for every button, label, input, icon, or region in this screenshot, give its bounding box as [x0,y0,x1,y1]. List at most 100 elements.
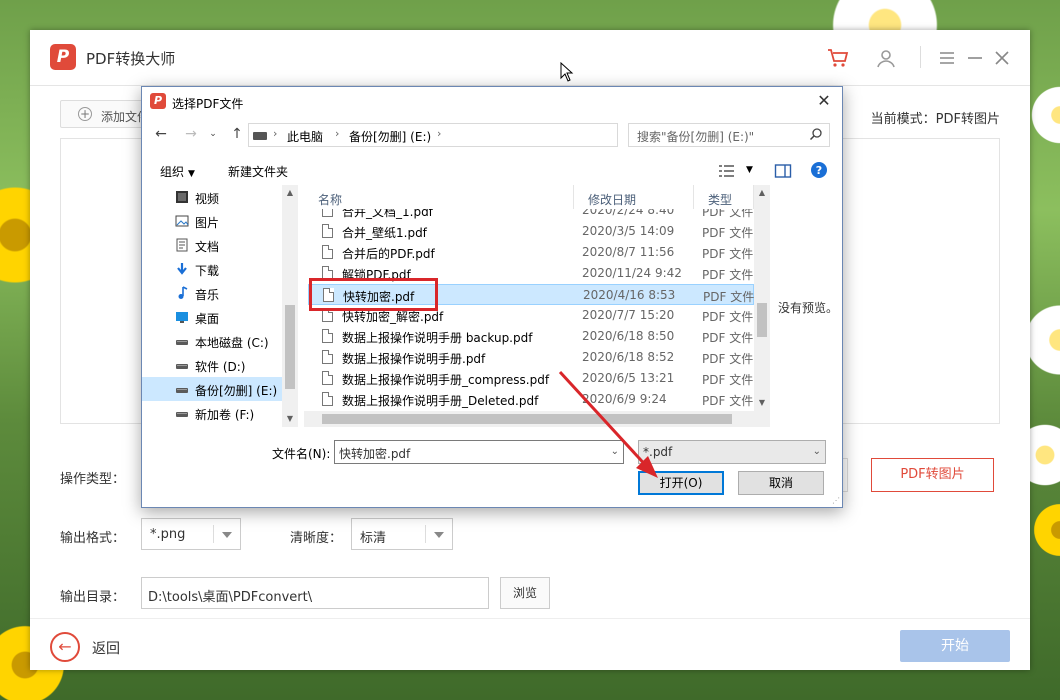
back-label[interactable]: 返回 [92,638,120,658]
file-date: 2020/7/7 15:20 [582,308,675,322]
app-logo-icon: P [150,93,166,109]
scrollbar-thumb[interactable] [757,303,767,337]
browse-button[interactable]: 浏览 [500,577,550,609]
dialog-close-icon[interactable]: ✕ [814,91,834,111]
file-type: PDF 文件 [702,226,754,240]
view-dropdown-icon[interactable]: ▼ [746,165,753,175]
column-name-label: 名称 [318,193,343,207]
scroll-up-icon[interactable]: ▲ [754,185,770,201]
pdf-to-image-button[interactable]: PDF转图片 [871,458,994,492]
search-icon [809,128,822,141]
select-divider [213,525,214,543]
file-name: 数据上报操作说明手册 backup.pdf [342,331,533,345]
file-name: 合并_壁纸1.pdf [342,226,427,240]
nav-item[interactable]: 新加卷 (F:) [142,401,282,425]
open-button[interactable]: 打开(O) [638,471,724,495]
column-header-name[interactable]: 名称 [304,185,574,209]
scrollbar-thumb[interactable] [285,305,295,389]
nav-item[interactable]: 桌面 [142,305,282,329]
chevron-down-icon[interactable]: ⌄ [611,446,619,457]
cancel-button[interactable]: 取消 [738,471,824,495]
back-icon[interactable]: ← [152,125,170,143]
nav-item-label: 文档 [195,240,220,254]
user-icon[interactable] [874,46,898,70]
menu-icon[interactable] [935,46,959,70]
file-list-horizontal-scrollbar[interactable] [304,411,770,427]
column-header-date[interactable]: 修改日期 [574,185,694,209]
chevron-down-icon: ⌄ [812,446,821,457]
cart-icon[interactable] [826,46,850,70]
filetype-select[interactable]: *.pdf ⌄ [638,440,826,464]
filename-value: 快转加密.pdf [339,447,411,461]
preview-pane-icon[interactable] [774,163,792,179]
nav-item-label: 图片 [195,216,220,230]
address-bar[interactable]: › 此电脑 › 备份[勿删] (E:) › ⌄ ↻ [248,123,719,147]
output-format-select[interactable]: *.png [141,518,241,550]
scrollbar-thumb[interactable] [322,414,732,424]
file-row[interactable]: 数据上报操作说明手册_Deleted.pdf 2020/6/9 9:24 PDF 文… [308,389,754,410]
nav-item-label: 备份[勿删] (E:) [195,384,278,398]
file-type: PDF 文件 [702,352,754,366]
nav-item[interactable]: 图片 [142,209,282,233]
output-dir-input[interactable]: D:\tools\桌面\PDFconvert\ [141,577,489,609]
filename-input[interactable]: 快转加密.pdf ⌄ [334,440,624,464]
navigation-row: ← → ⌄ ↑ › 此电脑 › 备份[勿删] (E:) › ⌄ ↻ 搜索"备份[… [142,121,842,149]
column-type-label: 类型 [708,193,733,207]
pdf-file-icon [322,329,333,343]
nav-pane-scrollbar[interactable]: ▲ ▼ [282,185,298,427]
clarity-select[interactable]: 标清 [351,518,453,550]
forward-icon[interactable]: → [182,125,200,143]
dialog-title-bar[interactable]: P 选择PDF文件 ✕ [142,87,842,117]
nav-item[interactable]: 备份[勿删] (E:) [142,377,282,401]
file-list-scrollbar[interactable]: ▲ ▼ [754,185,770,411]
nav-item[interactable]: 视频 [142,185,282,209]
view-options-icon[interactable] [718,163,736,179]
help-icon[interactable]: ? [810,161,828,179]
file-row[interactable]: 数据上报操作说明手册.pdf 2020/6/18 8:52 PDF 文件 [308,347,754,368]
breadcrumb-this-pc[interactable]: 此电脑 [287,128,323,145]
nav-item[interactable]: 文档 [142,233,282,257]
selected-file-highlight [309,278,438,311]
file-row[interactable]: 合并_壁纸1.pdf 2020/3/5 14:09 PDF 文件 [308,221,754,242]
breadcrumb-drive-e[interactable]: 备份[勿删] (E:) [349,128,431,145]
nav-item-label: 下载 [195,264,220,278]
nav-item[interactable]: 本地磁盘 (C:) [142,329,282,353]
app-logo: P [50,44,76,70]
pdf-file-icon [322,350,333,364]
filetype-value: *.pdf [643,445,673,459]
mouse-cursor-icon [560,62,574,82]
drive-icon [175,406,189,420]
file-name: 数据上报操作说明手册_Deleted.pdf [342,394,539,408]
organize-menu[interactable]: 组织 ▼ [160,163,195,180]
new-folder-button[interactable]: 新建文件夹 [228,163,288,180]
nav-item[interactable]: 下载 [142,257,282,281]
file-row[interactable]: 数据上报操作说明手册 backup.pdf 2020/6/18 8:50 PDF 文… [308,326,754,347]
nav-item-label: 新加卷 (F:) [195,408,255,422]
nav-item[interactable]: 软件 (D:) [142,353,282,377]
column-header-type[interactable]: 类型 [694,185,754,209]
breadcrumb-separator: › [335,127,340,140]
file-row[interactable]: 数据上报操作说明手册_compress.pdf 2020/6/5 13:21 PDF… [308,368,754,389]
back-arrow-icon[interactable]: ← [50,632,80,662]
file-date: 2020/4/16 8:53 [583,288,676,302]
scroll-up-icon[interactable]: ▲ [282,185,298,201]
clarity-value: 标清 [360,531,387,546]
drive-icon [175,334,189,348]
scroll-down-icon[interactable]: ▼ [754,395,770,411]
search-input[interactable]: 搜索"备份[勿删] (E:)" [628,123,830,147]
breadcrumb-separator: › [273,127,278,140]
close-icon[interactable] [990,46,1014,70]
scroll-down-icon[interactable]: ▼ [282,411,298,427]
resize-grip-icon[interactable]: ⋰ [832,496,840,505]
file-type: PDF 文件 [702,331,754,345]
nav-item[interactable]: 音乐 [142,281,282,305]
up-icon[interactable]: ↑ [228,125,246,143]
breadcrumb-separator: › [437,127,442,140]
file-row[interactable]: 合并后的PDF.pdf 2020/8/7 11:56 PDF 文件 [308,242,754,263]
operation-type-label: 操作类型： [60,472,126,487]
file-date: 2020/6/18 8:52 [582,350,675,364]
minimize-icon[interactable] [963,46,987,70]
file-date: 2020/6/5 13:21 [582,371,675,385]
recent-locations-icon[interactable]: ⌄ [204,125,222,143]
start-button[interactable]: 开始 [900,630,1010,662]
